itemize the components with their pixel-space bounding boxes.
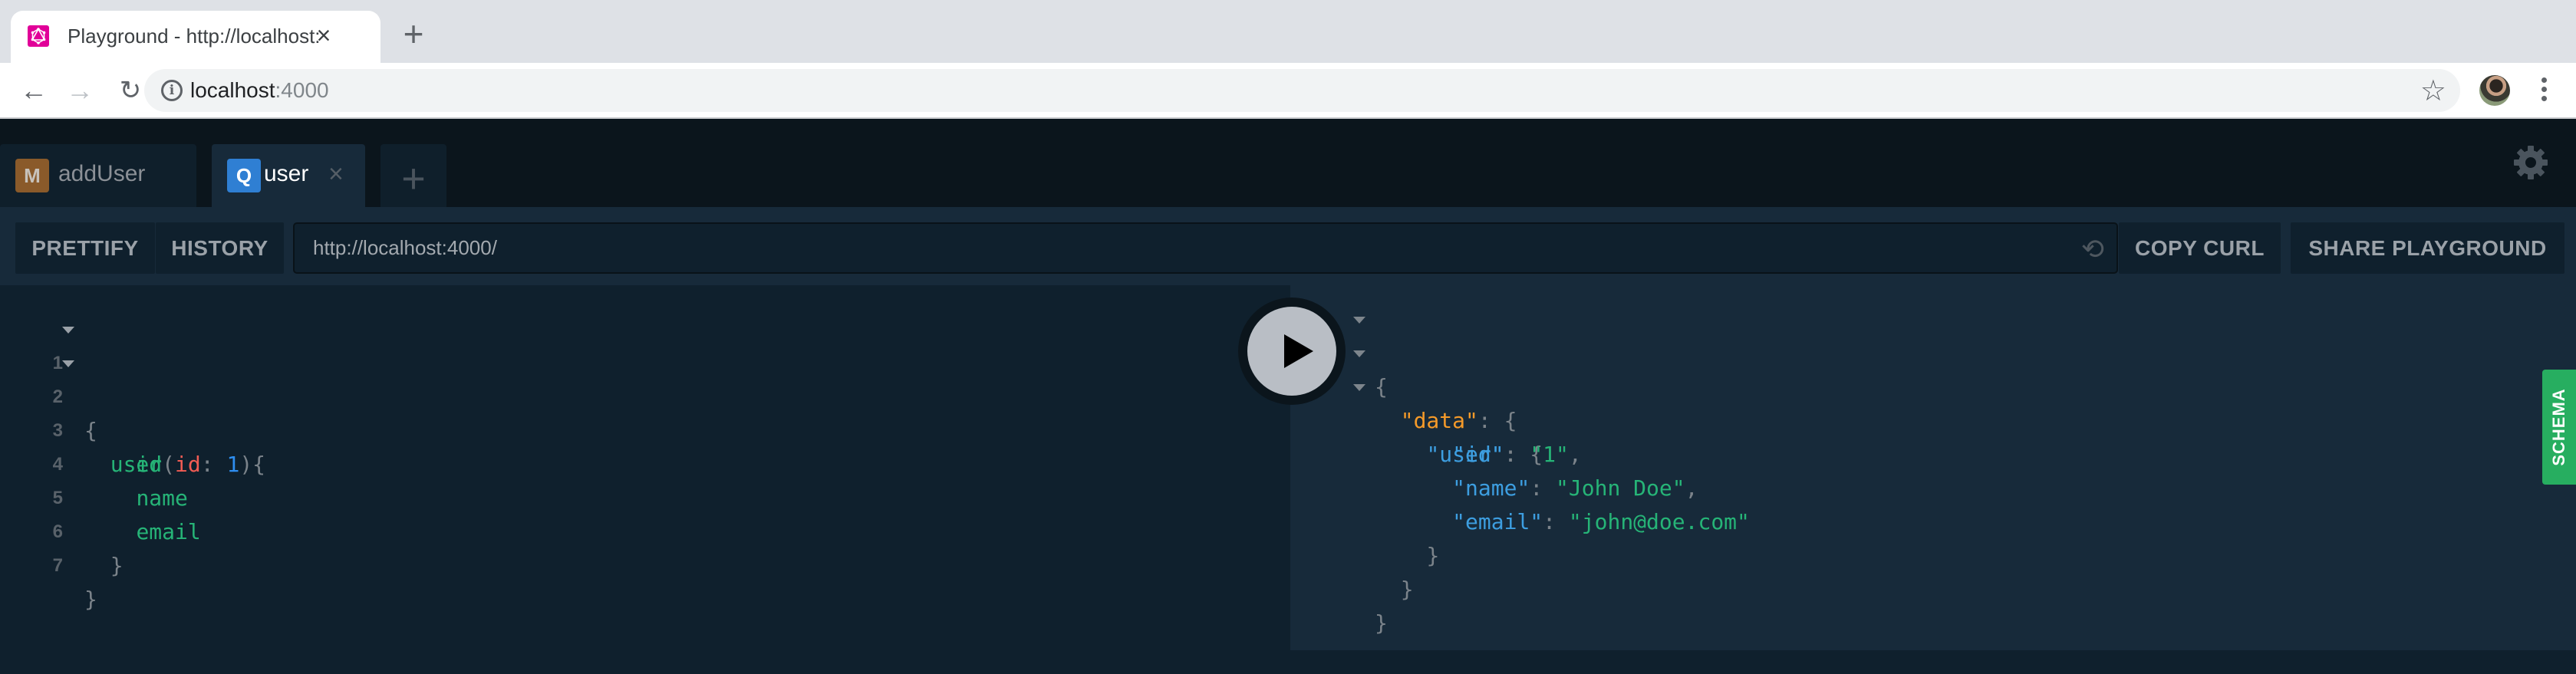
address-host: localhost (190, 78, 275, 102)
address-text[interactable]: localhost:4000 (190, 78, 329, 103)
new-tab-button[interactable]: + (394, 15, 433, 54)
close-tab-icon[interactable]: × (310, 21, 338, 49)
forward-arrow-icon[interactable]: → (63, 74, 97, 107)
browser-toolbar: ← → ↻ i localhost:4000 ☆ (0, 63, 2576, 119)
tab-label: addUser (58, 161, 146, 186)
editor-line: 3 id (0, 380, 1227, 477)
editor-line: 6 } (0, 482, 1227, 578)
fold-arrow-icon[interactable] (62, 360, 74, 367)
address-port: :4000 (275, 78, 329, 102)
fold-arrow-icon[interactable] (1353, 350, 1365, 357)
schema-tab-button[interactable]: SCHEMA (2542, 370, 2576, 485)
bookmark-star-icon[interactable]: ☆ (2420, 74, 2446, 108)
play-icon (1284, 334, 1313, 368)
line-number: 7 (52, 555, 63, 576)
browser-tab-strip: Playground - http://localhost:4000 × + (0, 0, 2576, 63)
editor-line: 5 email (0, 448, 1227, 544)
brace: } (1375, 610, 1388, 636)
execute-query-button[interactable] (1238, 298, 1346, 405)
history-button[interactable]: HISTORY (156, 222, 284, 274)
reload-icon[interactable]: ↻ (114, 74, 147, 107)
site-info-icon[interactable]: i (161, 80, 183, 101)
playground-header: M addUser Q user × + (0, 119, 2576, 207)
editor-line: 1 { (0, 313, 1227, 443)
fold-arrow-icon[interactable] (62, 327, 74, 334)
settings-gear-icon[interactable] (2513, 145, 2548, 180)
result-line: { (1290, 303, 2518, 399)
mutation-badge: M (15, 159, 49, 192)
fold-arrow-icon[interactable] (1353, 317, 1365, 324)
play-button-face (1247, 307, 1336, 396)
plus-icon: + (401, 156, 426, 202)
tab-user[interactable]: Q user × (212, 144, 365, 207)
browser-tab[interactable]: Playground - http://localhost:4000 × (11, 11, 380, 63)
fold-arrow-icon[interactable] (1353, 384, 1365, 391)
result-viewer[interactable]: { "data": { "user": { "id": "1", "name":… (1290, 285, 2576, 650)
endpoint-url-input[interactable]: http://localhost:4000/ ⟲ (293, 222, 2118, 274)
profile-avatar[interactable] (2479, 75, 2510, 106)
result-line: } (1290, 505, 2518, 568)
editor-line: 2 user(id: 1){ (0, 347, 1227, 477)
result-line: "user": { (1290, 370, 2518, 467)
playground-toolbar: PRETTIFY HISTORY http://localhost:4000/ … (0, 207, 2576, 285)
result-line: "name": "John Doe", (1290, 438, 2518, 501)
reload-schema-icon[interactable]: ⟲ (2081, 233, 2104, 265)
browser-menu-icon[interactable] (2536, 74, 2551, 107)
result-line: "email": "john@doe.com" (1290, 472, 2518, 534)
query-editor[interactable]: 1 { 2 user(id: 1){ 3 id 4 name 5 email 6… (0, 285, 1290, 650)
address-bar[interactable]: i localhost:4000 ☆ (144, 69, 2460, 112)
add-tab-button[interactable]: + (380, 144, 446, 207)
copy-curl-button[interactable]: COPY CURL (2119, 222, 2281, 274)
browser-tab-title: Playground - http://localhost:4000 (68, 25, 321, 48)
brace: } (110, 553, 124, 578)
editor-line: 7 } (0, 515, 1227, 612)
result-line: "id": "1", (1290, 404, 2518, 467)
close-tab-icon[interactable]: × (328, 159, 344, 189)
endpoint-url-value: http://localhost:4000/ (313, 236, 497, 259)
result-line: } (1290, 573, 2518, 636)
share-playground-button[interactable]: SHARE PLAYGROUND (2291, 222, 2564, 274)
back-arrow-icon[interactable]: ← (17, 74, 51, 107)
editor-line: 4 name (0, 414, 1227, 511)
result-line: "data": { (1290, 337, 2518, 433)
schema-tab-label: SCHEMA (2549, 388, 2568, 466)
query-badge: Q (227, 159, 261, 192)
prettify-button[interactable]: PRETTIFY (15, 222, 155, 274)
tab-label: user (264, 161, 309, 186)
result-line: } (1290, 539, 2518, 602)
graphql-favicon-icon (28, 25, 49, 47)
tab-adduser[interactable]: M addUser (0, 144, 196, 207)
brace: } (84, 587, 97, 612)
